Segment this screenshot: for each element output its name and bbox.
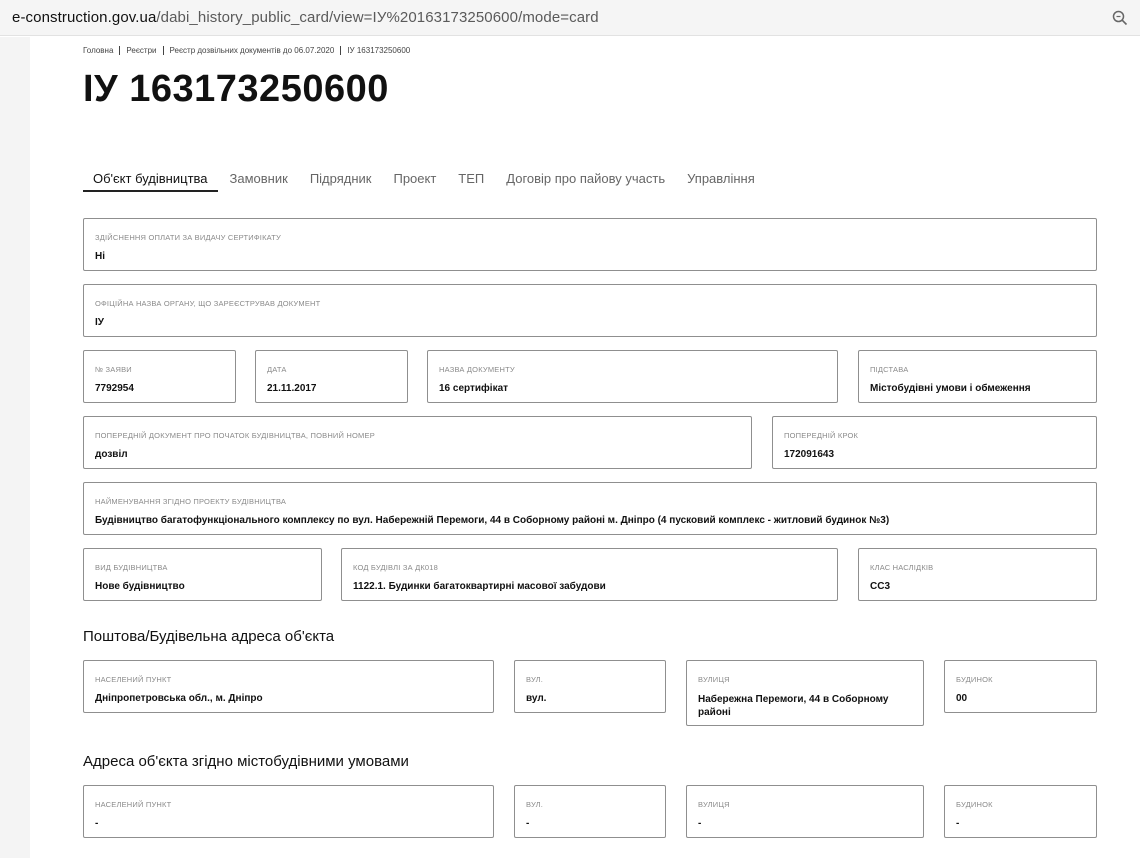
page-title: ІУ 163173250600 (83, 68, 389, 110)
field-value: 172091643 (784, 449, 835, 460)
postal-address-heading: Поштова/Будівельна адреса об'єкта (83, 628, 335, 645)
field-label: Будинок (956, 800, 993, 809)
field-label: Клас наслідків (870, 563, 934, 572)
field-label: Населений пункт (95, 675, 172, 684)
field-value: Містобудівні умови і обмеження (870, 383, 1031, 394)
breadcrumb-current: ІУ 163173250600 (347, 46, 411, 55)
field-value: Ні (95, 251, 105, 262)
field-label: Дата (267, 365, 287, 374)
field-value: 7792954 (95, 383, 134, 394)
field-label: Попередній крок (784, 431, 859, 440)
field-value: Дніпропетровська обл., м. Дніпро (95, 693, 263, 704)
field-value: вул. (526, 693, 547, 704)
urban-address-heading: Адреса об'єкта згідно містобудівними умо… (83, 753, 409, 770)
authority-field: Офіційна назва органу, що зареєстрував д… (83, 284, 1097, 337)
field-value: 00 (956, 693, 968, 704)
basis-field: Підстава Містобудівні умови і обмеження (858, 350, 1097, 403)
search-icon[interactable] (1112, 10, 1128, 26)
field-value: - (956, 818, 960, 829)
postal-street-field: Вулиця Набережна Перемоги, 44 в Соборном… (686, 660, 924, 726)
field-value: - (526, 818, 530, 829)
urban-settlement-field: Населений пункт - (83, 785, 494, 838)
field-label: № заяви (95, 365, 132, 374)
tab-construction-object[interactable]: Об'єкт будівництва (83, 166, 218, 192)
field-label: Вид будівництва (95, 563, 168, 572)
tab-equity-agreement[interactable]: Договір про пайову участь (496, 166, 675, 192)
field-label: Вулиця (698, 675, 730, 684)
field-value: 16 сертифікат (439, 383, 509, 394)
field-label: Підстава (870, 365, 909, 374)
field-value: 1122.1. Будинки багатоквартирні масової … (353, 581, 606, 592)
payment-field: Здійснення оплати за видачу сертифікату … (83, 218, 1097, 271)
field-label: Населений пункт (95, 800, 172, 809)
field-value: Набережна Перемоги, 44 в Соборному район… (698, 694, 889, 718)
field-value: Нове будівництво (95, 581, 185, 592)
breadcrumb-separator (340, 46, 342, 55)
field-value: - (698, 818, 702, 829)
breadcrumb-registry[interactable]: Реєстр дозвільних документів до 06.07.20… (170, 46, 335, 55)
field-value: ІУ (95, 317, 104, 328)
previous-document-field: Попередній документ про початок будівниц… (83, 416, 752, 469)
application-number-field: № заяви 7792954 (83, 350, 236, 403)
construction-type-field: Вид будівництва Нове будівництво (83, 548, 322, 601)
urban-street-field: Вулиця - (686, 785, 924, 838)
document-name-field: Назва документу 16 сертифікат (427, 350, 838, 403)
field-value: 21.11.2017 (267, 383, 317, 394)
left-gutter (0, 37, 30, 858)
tab-contractor[interactable]: Підрядник (300, 166, 382, 192)
url-path: /dabi_history_public_card/view=ІУ%201631… (156, 9, 599, 26)
breadcrumb-home[interactable]: Головна (83, 46, 113, 55)
field-label: Вул. (526, 675, 544, 684)
url-host: e-construction.gov.ua (12, 9, 157, 26)
field-label: Найменування згідно проекту будівництва (95, 497, 287, 506)
urban-building-field: Будинок - (944, 785, 1097, 838)
tab-tep[interactable]: ТЕП (448, 166, 494, 192)
field-label: Вулиця (698, 800, 730, 809)
breadcrumb: Головна Реєстри Реєстр дозвільних докуме… (83, 46, 410, 55)
tab-bar: Об'єкт будівництва Замовник Підрядник Пр… (83, 166, 767, 192)
breadcrumb-separator (119, 46, 121, 55)
field-label: Будинок (956, 675, 993, 684)
url-text[interactable]: e-construction.gov.ua/dabi_history_publi… (12, 9, 599, 26)
breadcrumb-registries[interactable]: Реєстри (126, 46, 156, 55)
tab-management[interactable]: Управління (677, 166, 765, 192)
field-value: СС3 (870, 581, 891, 592)
field-label: Вул. (526, 800, 544, 809)
browser-address-bar[interactable]: e-construction.gov.ua/dabi_history_publi… (0, 0, 1140, 36)
building-code-field: Код будівлі за ДК018 1122.1. Будинки баг… (341, 548, 838, 601)
breadcrumb-separator (162, 46, 164, 55)
postal-settlement-field: Населений пункт Дніпропетровська обл., м… (83, 660, 494, 713)
project-name-field: Найменування згідно проекту будівництва … (83, 482, 1097, 535)
consequence-class-field: Клас наслідків СС3 (858, 548, 1097, 601)
date-field: Дата 21.11.2017 (255, 350, 408, 403)
field-value: - (95, 818, 99, 829)
field-label: Попередній документ про початок будівниц… (95, 431, 375, 440)
field-label: Офіційна назва органу, що зареєстрував д… (95, 299, 321, 308)
field-value: дозвіл (95, 449, 128, 460)
postal-street-type-field: Вул. вул. (514, 660, 666, 713)
field-value: Будівництво багатофункціонального компле… (95, 515, 890, 526)
previous-step-field: Попередній крок 172091643 (772, 416, 1097, 469)
tab-project[interactable]: Проект (383, 166, 446, 192)
urban-street-type-field: Вул. - (514, 785, 666, 838)
postal-building-field: Будинок 00 (944, 660, 1097, 713)
field-label: Здійснення оплати за видачу сертифікату (95, 233, 281, 242)
field-label: Назва документу (439, 365, 515, 374)
field-label: Код будівлі за ДК018 (353, 563, 439, 572)
tab-customer[interactable]: Замовник (220, 166, 298, 192)
